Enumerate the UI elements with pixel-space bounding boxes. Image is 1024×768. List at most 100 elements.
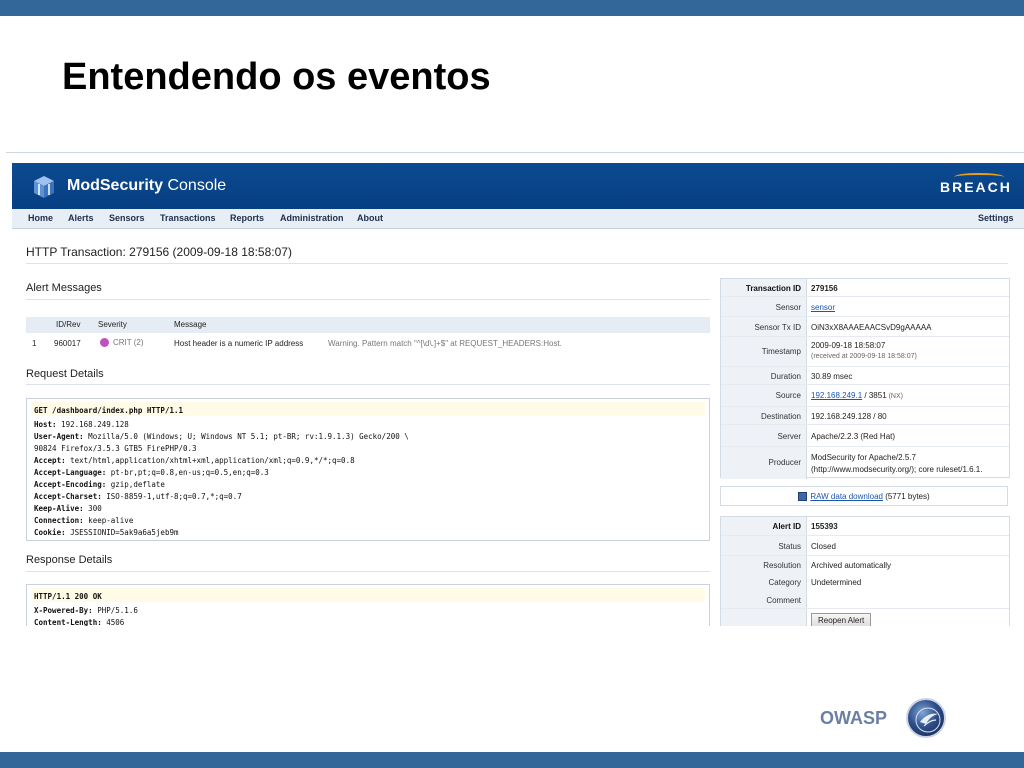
alert-id-row: Alert ID 155393: [721, 517, 1009, 536]
transaction-info-panel: Transaction ID 279156 Sensor sensor Sens…: [720, 278, 1010, 479]
top-bar: [0, 0, 1024, 16]
raw-download-link[interactable]: RAW data download: [810, 492, 883, 501]
server-value: Apache/2.2.3 (Red Hat): [811, 432, 896, 441]
alerts-table-header: ID/Rev Severity Message: [26, 317, 710, 333]
divider: [26, 263, 1008, 264]
modsecurity-console-screenshot: ModSecurity Console BREACH Home Alerts S…: [6, 152, 1024, 626]
nav-reports[interactable]: Reports: [230, 213, 264, 223]
transaction-id-value: 279156: [811, 284, 838, 293]
header-line: Accept-Language: pt-br,pt;q=0.8,en-us;q=…: [34, 468, 269, 477]
console-header: ModSecurity Console BREACH: [12, 163, 1024, 209]
source-row: Source 192.168.249.1 / 3851 (NX): [721, 385, 1009, 407]
crit-icon: [100, 338, 109, 348]
sensor-link[interactable]: sensor: [811, 303, 835, 312]
response-details-heading: Response Details: [26, 554, 113, 566]
response-line: HTTP/1.1 200 OK: [34, 592, 102, 601]
raw-download-box: RAW data download (5771 bytes): [720, 486, 1008, 506]
nav-alerts[interactable]: Alerts: [68, 213, 94, 223]
request-details-heading: Request Details: [26, 368, 104, 380]
alert-messages-heading: Alert Messages: [26, 282, 102, 294]
transaction-id-label: Transaction ID: [721, 279, 807, 296]
sensor-txid-value: OiN3xX8AAAEAACSvD9gAAAAA: [811, 323, 932, 332]
producer-value: ModSecurity for Apache/2.5.7: [811, 453, 916, 462]
modsecurity-logo-icon: [34, 176, 54, 198]
slide: Entendendo os eventos ModSecurity Consol…: [0, 0, 1024, 768]
reopen-row: Reopen Alert: [721, 609, 1009, 626]
nav-home[interactable]: Home: [28, 213, 53, 223]
producer-value-2: (http://www.modsecurity.org/); core rule…: [811, 465, 983, 474]
header-line: Connection: keep-alive: [34, 516, 134, 525]
timestamp-label: Timestamp: [721, 337, 807, 366]
row-message: Host header is a numeric IP address: [174, 339, 304, 348]
header-line: User-Agent: Mozilla/5.0 (Windows; U; Win…: [34, 432, 409, 441]
destination-value: 192.168.249.128 / 80: [811, 412, 887, 421]
nav-settings[interactable]: Settings: [978, 213, 1014, 223]
header-line: Keep-Alive: 300: [34, 504, 102, 513]
row-number: 1: [32, 339, 37, 348]
sensor-label: Sensor: [721, 297, 807, 316]
divider: [26, 571, 710, 572]
owasp-logo-icon: [906, 698, 946, 738]
divider: [26, 384, 710, 385]
timestamp-received: (received at 2009-09-18 18:58:07): [811, 353, 917, 360]
reopen-alert-button[interactable]: Reopen Alert: [811, 613, 872, 626]
sensor-txid-label: Sensor Tx ID: [721, 317, 807, 336]
header-line: 90824 Firefox/3.5.3 GTB5 FirePHP/0.3: [34, 444, 197, 453]
bottom-bar: [0, 752, 1024, 768]
nav-sensors[interactable]: Sensors: [109, 213, 145, 223]
slide-title: Entendendo os eventos: [62, 56, 491, 98]
response-line-highlight: [31, 588, 705, 602]
server-row: Server Apache/2.2.3 (Red Hat): [721, 425, 1009, 447]
main-nav: Home Alerts Sensors Transactions Reports…: [12, 209, 1024, 229]
request-line: GET /dashboard/index.php HTTP/1.1: [34, 406, 184, 415]
response-headers-box: HTTP/1.1 200 OK X-Powered-By: PHP/5.1.6 …: [26, 584, 710, 626]
col-severity: Severity: [98, 320, 127, 329]
category-row: Category Undetermined: [721, 574, 1009, 591]
breach-logo: BREACH: [940, 179, 1012, 195]
col-idrev: ID/Rev: [56, 320, 81, 329]
page-title: HTTP Transaction: 279156 (2009-09-18 18:…: [26, 245, 292, 259]
status-row: Status Closed: [721, 536, 1009, 556]
source-port: / 3851: [862, 391, 887, 400]
header-line: Content-Length: 4506: [34, 618, 125, 626]
resolution-row: Resolution Archived automatically: [721, 556, 1009, 574]
nav-transactions[interactable]: Transactions: [160, 213, 216, 223]
save-disk-icon: [798, 492, 808, 502]
comment-label: Comment: [721, 591, 807, 608]
comment-row: Comment: [721, 591, 1009, 609]
nav-about[interactable]: About: [357, 213, 383, 223]
source-ip-link[interactable]: 192.168.249.1: [811, 391, 862, 400]
alert-info-panel: Alert ID 155393 Status Closed Resolution…: [720, 516, 1010, 626]
source-nx: (NX): [886, 393, 903, 400]
status-label: Status: [721, 536, 807, 555]
duration-value: 30.89 msec: [811, 372, 853, 381]
producer-label: Producer: [721, 447, 807, 479]
severity-badge: CRIT (2): [100, 338, 144, 348]
header-line: Accept-Encoding: gzip,deflate: [34, 480, 165, 489]
destination-row: Destination 192.168.249.128 / 80: [721, 407, 1009, 425]
sensor-row: Sensor sensor: [721, 297, 1009, 317]
transaction-id-row: Transaction ID 279156: [721, 279, 1009, 297]
resolution-value: Archived automatically: [811, 561, 892, 570]
duration-row: Duration 30.89 msec: [721, 367, 1009, 385]
source-label: Source: [721, 385, 807, 406]
duration-label: Duration: [721, 367, 807, 384]
header-line: X-Powered-By: PHP/5.1.6: [34, 606, 138, 615]
server-label: Server: [721, 425, 807, 446]
col-message: Message: [174, 320, 207, 329]
alert-id-label: Alert ID: [721, 517, 807, 535]
request-headers-box: GET /dashboard/index.php HTTP/1.1 Host: …: [26, 398, 710, 541]
console-title[interactable]: ModSecurity Console: [67, 177, 226, 195]
destination-label: Destination: [721, 407, 807, 424]
producer-row: Producer ModSecurity for Apache/2.5.7 (h…: [721, 447, 1009, 479]
timestamp-row: Timestamp 2009-09-18 18:58:07 (received …: [721, 337, 1009, 367]
header-line: Host: 192.168.249.128: [34, 420, 129, 429]
timestamp-value: 2009-09-18 18:58:07: [811, 341, 886, 350]
row-id: 960017: [54, 339, 81, 348]
category-value: Undetermined: [811, 578, 862, 587]
reopen-label-cell: [721, 609, 807, 626]
header-line: Cookie: JSESSIONID=5ak9a6a5jeb9m: [34, 528, 179, 537]
category-label: Category: [721, 574, 807, 591]
nav-administration[interactable]: Administration: [280, 213, 344, 223]
alert-id-value: 155393: [811, 522, 838, 531]
